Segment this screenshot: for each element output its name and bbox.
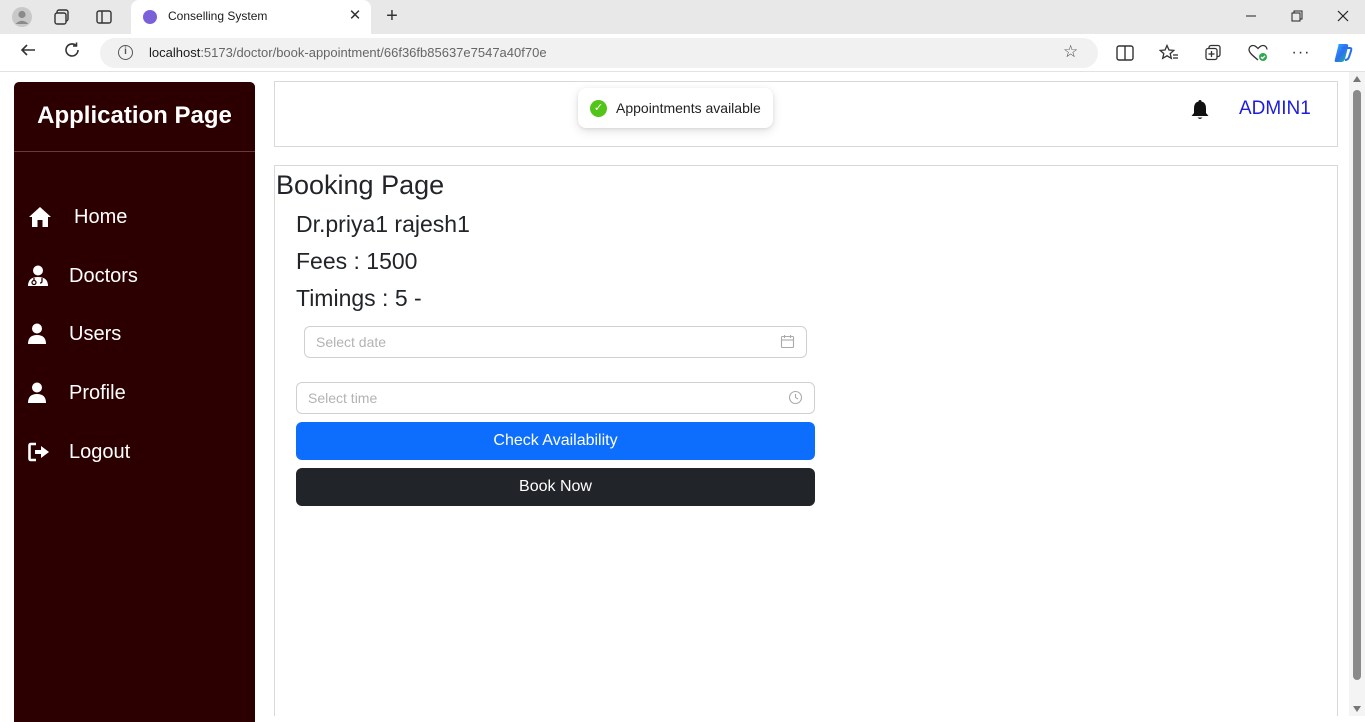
- notification-bell-icon[interactable]: [1190, 99, 1212, 123]
- sidebar-item-label: Home: [74, 205, 128, 228]
- back-icon[interactable]: [15, 41, 41, 65]
- copilot-icon[interactable]: [1332, 42, 1354, 64]
- browser-titlebar: Conselling System ✕ +: [0, 0, 1365, 34]
- doctor-fees: Fees : 1500: [296, 248, 418, 274]
- date-input[interactable]: [316, 333, 756, 351]
- site-favicon-icon: [143, 10, 157, 24]
- address-bar: i localhost:5173/doctor/book-appointment…: [0, 34, 1365, 72]
- tab-actions-icon[interactable]: [92, 5, 116, 29]
- book-now-button[interactable]: Book Now: [296, 468, 815, 506]
- sidebar-item-users[interactable]: Users: [28, 316, 248, 352]
- booking-panel: Booking Page Dr.priya1 rajesh1 Fees : 15…: [274, 165, 1338, 716]
- doctor-name: Dr.priya1 rajesh1: [296, 211, 470, 237]
- page-viewport: Application Page Home Doctors Users Prof: [0, 72, 1349, 722]
- profile-icon[interactable]: [10, 5, 34, 29]
- calendar-icon[interactable]: [780, 334, 796, 350]
- success-check-icon: ✓: [590, 99, 607, 117]
- page-scrollbar[interactable]: [1349, 72, 1365, 716]
- site-info-icon[interactable]: i: [118, 45, 133, 60]
- admin-user-link[interactable]: ADMIN1: [1239, 98, 1311, 120]
- close-tab-icon[interactable]: ✕: [347, 8, 363, 24]
- sidebar-item-home[interactable]: Home: [28, 199, 248, 235]
- date-picker[interactable]: [304, 326, 807, 358]
- user-icon: [28, 322, 54, 346]
- browser-tab-active[interactable]: Conselling System ✕: [131, 0, 371, 34]
- sidebar-title: Application Page: [37, 102, 232, 129]
- minimize-icon[interactable]: [1239, 6, 1263, 28]
- sidebar-item-label: Users: [69, 322, 122, 345]
- sidebar-item-label: Profile: [69, 381, 126, 404]
- sidebar-item-profile[interactable]: Profile: [28, 375, 248, 411]
- url-text[interactable]: localhost:5173/doctor/book-appointment/6…: [149, 45, 547, 60]
- split-screen-icon[interactable]: [1114, 42, 1136, 64]
- url-path: :5173/doctor/book-appointment/66f36fb856…: [200, 45, 547, 60]
- toast-notification: ✓ Appointments available: [578, 88, 773, 128]
- check-availability-button[interactable]: Check Availability: [296, 422, 815, 460]
- restore-icon[interactable]: [1285, 6, 1309, 28]
- doctor-icon: [28, 264, 54, 288]
- sidebar-item-logout[interactable]: Logout: [28, 434, 248, 470]
- scrollbar-thumb[interactable]: [1353, 90, 1361, 680]
- time-input[interactable]: [308, 389, 748, 407]
- browser-essentials-icon[interactable]: [1247, 42, 1269, 64]
- close-window-icon[interactable]: [1331, 6, 1355, 28]
- url-host: localhost: [149, 45, 201, 60]
- refresh-icon[interactable]: [59, 41, 85, 65]
- sidebar: Application Page Home Doctors Users Prof: [14, 82, 255, 722]
- collections-icon[interactable]: [1202, 42, 1224, 64]
- sidebar-item-doctors[interactable]: Doctors: [28, 258, 248, 294]
- scroll-up-icon[interactable]: [1353, 76, 1361, 82]
- sidebar-divider: [14, 151, 255, 152]
- workspaces-icon[interactable]: [50, 5, 74, 29]
- tab-title: Conselling System: [168, 9, 268, 23]
- page-title: Booking Page: [276, 170, 445, 200]
- sidebar-item-label: Doctors: [69, 264, 138, 287]
- new-tab-button[interactable]: +: [380, 5, 404, 29]
- url-field[interactable]: i localhost:5173/doctor/book-appointment…: [100, 38, 1098, 68]
- favorite-star-icon[interactable]: ☆: [1063, 42, 1078, 62]
- sidebar-item-label: Logout: [69, 440, 131, 463]
- top-header: ADMIN1: [274, 81, 1338, 147]
- doctor-timings: Timings : 5 -: [296, 285, 422, 311]
- clock-icon[interactable]: [788, 390, 804, 406]
- toast-message: Appointments available: [616, 100, 761, 116]
- logout-icon: [28, 440, 54, 464]
- home-icon: [28, 205, 54, 229]
- time-picker[interactable]: [296, 382, 815, 414]
- user-icon: [28, 381, 54, 405]
- favorites-icon[interactable]: [1158, 42, 1180, 64]
- scroll-down-icon[interactable]: [1353, 706, 1361, 712]
- more-options-icon[interactable]: ···: [1290, 42, 1312, 64]
